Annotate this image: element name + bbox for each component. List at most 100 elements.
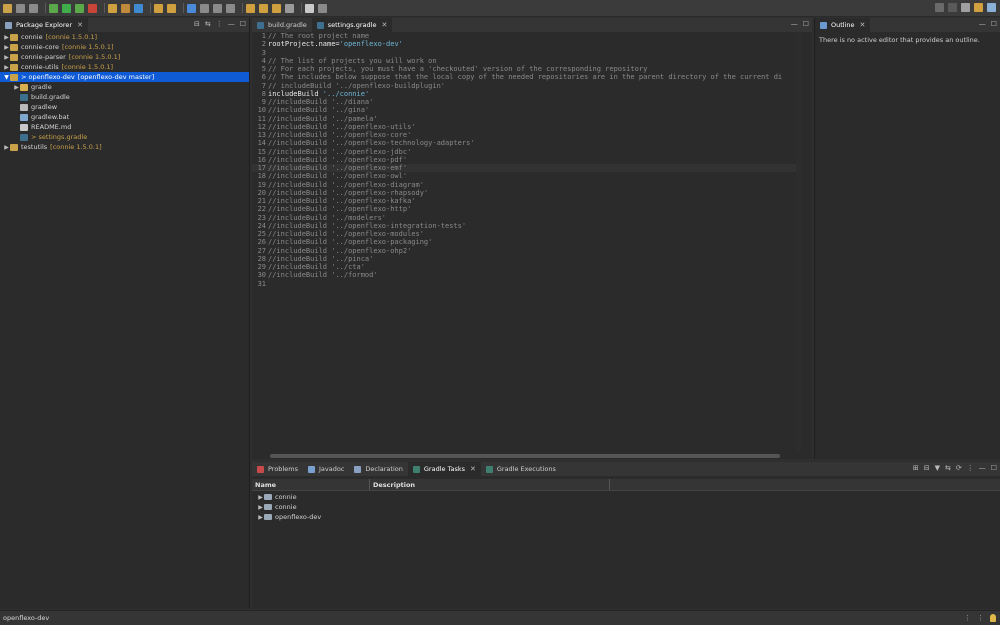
close-icon[interactable]: ✕ xyxy=(381,21,387,29)
comment-text: //includeBuild '../openflexo-integration… xyxy=(268,221,467,230)
tree-item[interactable]: ▶ connie-utils [connie 1.5.0.1] xyxy=(0,62,249,72)
new-class-icon[interactable] xyxy=(134,3,143,13)
minimize-icon[interactable]: — xyxy=(228,20,235,28)
back-icon[interactable] xyxy=(259,3,268,13)
task-icon[interactable] xyxy=(200,3,209,13)
debug-perspective-icon[interactable] xyxy=(987,3,996,12)
minimize-icon[interactable]: — xyxy=(979,20,986,28)
gradle-project-row[interactable]: ▶ openflexo-dev xyxy=(252,512,1000,522)
chevron-right-icon[interactable]: ▶ xyxy=(3,144,10,151)
filter-icon[interactable]: ▼ xyxy=(935,464,940,472)
close-icon[interactable]: ✕ xyxy=(77,21,83,29)
close-icon[interactable]: ✕ xyxy=(860,21,866,29)
tab-build-gradle[interactable]: build.gradle xyxy=(252,18,312,32)
tree-item[interactable]: gradlew xyxy=(0,102,249,112)
run-icon[interactable] xyxy=(62,3,71,13)
new-package-icon[interactable] xyxy=(121,3,130,13)
refresh-icon[interactable]: ⟳ xyxy=(956,464,962,472)
view-menu-icon[interactable]: ⋮ xyxy=(967,464,974,472)
save-all-icon[interactable] xyxy=(29,3,38,13)
collapse-all-icon[interactable]: ⊟ xyxy=(194,20,200,28)
line-number: 29 xyxy=(257,263,266,271)
debug-icon[interactable] xyxy=(49,3,58,13)
pin-editor-icon[interactable] xyxy=(305,3,314,13)
next-annotation-icon[interactable] xyxy=(226,3,235,13)
code-line: 11//includeBuild '../pamela' xyxy=(252,115,797,123)
view-menu-icon[interactable]: ⋮ xyxy=(216,20,223,28)
outline-message: There is no active editor that provides … xyxy=(819,36,980,44)
tree-item[interactable]: > settings.gradle xyxy=(0,132,249,142)
annotation-icon[interactable] xyxy=(213,3,222,13)
chevron-right-icon[interactable]: ▶ xyxy=(3,64,10,71)
link-editor-icon[interactable]: ⇆ xyxy=(205,20,211,28)
chevron-right-icon[interactable]: ▶ xyxy=(13,84,20,91)
link-selection-icon[interactable]: ⇆ xyxy=(945,464,951,472)
new-java-project-icon[interactable] xyxy=(108,3,117,13)
tree-item[interactable]: ▶ connie-core [connie 1.5.0.1] xyxy=(0,42,249,52)
chevron-right-icon[interactable]: ▶ xyxy=(3,54,10,61)
tab-gradle-tasks[interactable]: Gradle Tasks ✕ xyxy=(407,462,481,476)
gradle-project-row[interactable]: ▶ connie xyxy=(252,492,1000,502)
chevron-down-icon[interactable]: ▼ xyxy=(3,74,10,81)
code-editor[interactable]: 1// The root project name 2 rootProject.na… xyxy=(252,32,797,451)
external-tools-icon[interactable] xyxy=(88,3,97,13)
close-icon[interactable]: ✕ xyxy=(470,465,476,473)
minimize-icon[interactable]: — xyxy=(791,20,798,28)
chevron-right-icon[interactable]: ▶ xyxy=(257,494,264,501)
maximize-icon[interactable]: ☐ xyxy=(240,20,246,28)
toggle-mark-icon[interactable] xyxy=(187,3,196,13)
line-number: 8 xyxy=(261,89,266,98)
code-line: 3 xyxy=(252,49,797,57)
open-type-icon[interactable] xyxy=(154,3,163,13)
maximize-icon[interactable]: ☐ xyxy=(991,20,997,28)
column-header-name[interactable]: Name xyxy=(252,479,370,490)
save-icon[interactable] xyxy=(16,3,25,13)
forward-arrow-icon[interactable] xyxy=(272,3,281,13)
tab-declaration[interactable]: Declaration xyxy=(349,462,407,476)
new-icon[interactable] xyxy=(3,3,12,13)
tree-item[interactable]: ▶ gradle xyxy=(0,82,249,92)
tree-item[interactable]: ▶ connie-parser [connie 1.5.0.1] xyxy=(0,52,249,62)
maximize-icon[interactable]: ☐ xyxy=(991,464,997,472)
tab-gradle-executions[interactable]: Gradle Executions xyxy=(481,462,561,476)
tab-problems[interactable]: Problems xyxy=(252,462,303,476)
open-perspective-icon[interactable] xyxy=(961,3,970,12)
tree-item[interactable]: build.gradle xyxy=(0,92,249,102)
gradle-icon xyxy=(485,465,493,473)
chevron-right-icon[interactable]: ▶ xyxy=(257,504,264,511)
vertical-scrollbar[interactable] xyxy=(796,32,802,451)
tree-item[interactable]: ▶ testutils [connie 1.5.0.1] xyxy=(0,142,249,152)
java-perspective-icon[interactable] xyxy=(974,3,983,12)
forward-icon[interactable] xyxy=(285,3,294,13)
column-header-description[interactable]: Description xyxy=(370,479,610,490)
chevron-right-icon[interactable]: ▶ xyxy=(3,34,10,41)
last-edit-icon[interactable] xyxy=(246,3,255,13)
tab-javadoc[interactable]: Javadoc xyxy=(303,462,349,476)
gradle-project-label: connie xyxy=(275,493,297,501)
gradle-project-row[interactable]: ▶ connie xyxy=(252,502,1000,512)
search-quick-access-icon[interactable] xyxy=(935,3,944,12)
chevron-right-icon[interactable]: ▶ xyxy=(3,44,10,51)
tree-item[interactable]: gradlew.bat xyxy=(0,112,249,122)
collapse-all-icon[interactable]: ⊟ xyxy=(924,464,930,472)
maximize-icon[interactable]: ☐ xyxy=(803,20,809,28)
pin-icon[interactable] xyxy=(318,3,327,13)
tree-item[interactable]: ▼ > openflexo-dev [openflexo-dev master] xyxy=(0,72,249,82)
comment-text: //includeBuild '../openflexo-pdf' xyxy=(268,155,408,164)
expand-all-icon[interactable]: ⊞ xyxy=(913,464,919,472)
tree-item[interactable]: README.md xyxy=(0,122,249,132)
tab-settings-gradle[interactable]: settings.gradle ✕ xyxy=(311,18,393,32)
chevron-right-icon[interactable]: ▶ xyxy=(257,514,264,521)
horizontal-scrollbar[interactable] xyxy=(270,454,780,458)
search-icon[interactable] xyxy=(167,3,176,13)
tab-outline[interactable]: Outline ✕ xyxy=(815,18,871,32)
tab-package-explorer[interactable]: Package Explorer ✕ xyxy=(0,18,88,32)
editor-controls: — ☐ xyxy=(786,20,809,28)
line-number: 26 xyxy=(257,238,266,247)
tree-item[interactable]: ▶ connie [connie 1.5.0.1] xyxy=(0,32,249,42)
folder-icon xyxy=(20,83,28,91)
coverage-icon[interactable] xyxy=(75,3,84,13)
minimize-icon[interactable]: — xyxy=(979,464,986,472)
lightbulb-icon[interactable] xyxy=(990,614,996,622)
line-number: 6 xyxy=(261,73,266,82)
